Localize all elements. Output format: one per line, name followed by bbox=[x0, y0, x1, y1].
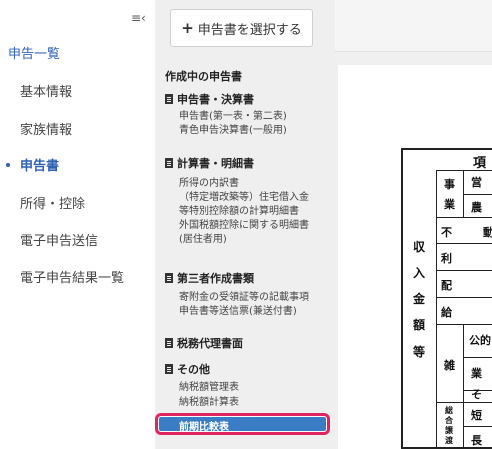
nav-item-basic-info[interactable]: 基本情報 bbox=[20, 81, 72, 100]
nav-item-tax-return[interactable]: 申告書 bbox=[20, 155, 59, 174]
toolbar-strip bbox=[335, 0, 492, 52]
side-label: 額 bbox=[413, 318, 426, 332]
document-icon bbox=[165, 364, 173, 374]
business-label: 業 bbox=[444, 198, 455, 211]
doc-link[interactable]: （特定増改築等）住宅借入金 bbox=[179, 191, 309, 205]
group-title: 申告書・決算書 bbox=[177, 93, 254, 106]
selected-document-label[interactable]: 前期比較表 bbox=[179, 418, 229, 433]
group-title: その他 bbox=[177, 363, 210, 376]
row-label-suffix: 動 bbox=[483, 226, 492, 239]
doc-link[interactable]: 申告書等送信票(兼送付書) bbox=[179, 305, 297, 319]
sogo-row: 長 bbox=[471, 434, 482, 447]
document-icon bbox=[165, 94, 173, 104]
document-panel: + 申告書を選択する 作成中の申告書 申告書・決算書 申告書(第一表・第二表) … bbox=[155, 0, 335, 449]
select-document-button[interactable]: + 申告書を選択する bbox=[170, 9, 313, 47]
business-label: 事 bbox=[444, 178, 455, 191]
tax-form-table: 項 収 入 金 額 等 事 業 営 農 不 動 利 配 給 雑 公的 業 そ 総… bbox=[401, 148, 492, 449]
sogo-label: 渡 bbox=[445, 435, 453, 445]
business-row: 営 bbox=[471, 176, 482, 189]
misc-label: 雑 bbox=[444, 359, 455, 372]
misc-row: そ bbox=[471, 388, 482, 401]
side-label: 入 bbox=[413, 266, 426, 280]
doc-link[interactable]: 等特別控除額の計算明細書 bbox=[179, 205, 299, 219]
group-other: その他 bbox=[165, 361, 210, 377]
row-label: 配 bbox=[441, 279, 452, 292]
nav-item-family-info[interactable]: 家族情報 bbox=[20, 119, 72, 138]
group-returns: 申告書・決算書 bbox=[165, 91, 254, 107]
row-label: 不 bbox=[441, 226, 452, 239]
plus-icon: + bbox=[181, 19, 194, 37]
group-title: 税務代理書面 bbox=[177, 337, 243, 350]
doc-link[interactable]: (居住者用) bbox=[179, 233, 227, 247]
nav-item-e-filing-send[interactable]: 電子申告送信 bbox=[20, 230, 98, 249]
active-indicator-icon bbox=[6, 163, 10, 167]
form-header: 項 bbox=[473, 156, 487, 171]
nav-title[interactable]: 申告一覧 bbox=[8, 43, 60, 62]
doc-link[interactable]: 所得の内訳書 bbox=[179, 177, 239, 191]
panel-heading: 作成中の申告書 bbox=[165, 70, 242, 83]
doc-link[interactable]: 納税額管理表 bbox=[179, 381, 239, 395]
select-document-label: 申告書を選択する bbox=[197, 22, 302, 38]
row-label: 給 bbox=[441, 306, 452, 319]
side-label: 等 bbox=[413, 345, 426, 359]
doc-link[interactable]: 外国税額控除に関する明細書 bbox=[179, 219, 309, 233]
group-title: 第三者作成書類 bbox=[177, 272, 254, 285]
group-statements: 計算書・明細書 bbox=[165, 155, 254, 171]
misc-row: 業 bbox=[471, 367, 482, 380]
group-title: 計算書・明細書 bbox=[177, 157, 254, 170]
left-navigation: ≡‹ 申告一覧 基本情報 家族情報 申告書 所得・控除 電子申告送信 電子申告結… bbox=[0, 0, 155, 449]
collapse-sidebar-icon[interactable]: ≡‹ bbox=[131, 11, 146, 25]
document-icon bbox=[165, 338, 173, 348]
sogo-row: 短 bbox=[471, 409, 482, 422]
doc-link[interactable]: 申告書(第一表・第二表) bbox=[179, 110, 287, 124]
document-icon bbox=[165, 158, 173, 168]
nav-item-e-filing-results[interactable]: 電子申告結果一覧 bbox=[20, 267, 124, 286]
doc-link[interactable]: 納税額計算表 bbox=[179, 396, 239, 410]
doc-link[interactable]: 青色申告決算書(一般用) bbox=[179, 124, 287, 138]
side-label: 収 bbox=[413, 240, 426, 254]
group-third-party: 第三者作成書類 bbox=[165, 270, 254, 286]
group-tax-agent[interactable]: 税務代理書面 bbox=[165, 335, 243, 351]
side-label: 金 bbox=[413, 292, 426, 306]
nav-item-income-deduction[interactable]: 所得・控除 bbox=[20, 193, 85, 212]
row-label: 利 bbox=[441, 252, 452, 265]
doc-link[interactable]: 寄附金の受領証等の記載事項 bbox=[179, 291, 309, 305]
business-row: 農 bbox=[471, 201, 482, 214]
document-icon bbox=[165, 273, 173, 283]
misc-row: 公的 bbox=[469, 334, 491, 347]
